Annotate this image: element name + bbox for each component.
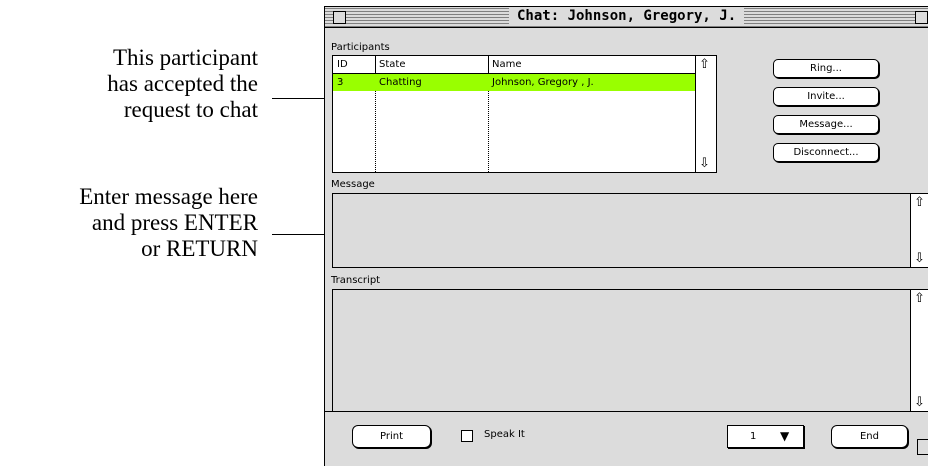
message-scrollbar[interactable]: ⇧ ⇩	[910, 194, 928, 267]
annotation-line-participant	[272, 98, 330, 99]
zoom-box-icon[interactable]	[915, 11, 928, 24]
chevron-down-icon: ▼	[780, 429, 790, 443]
close-box-icon[interactable]	[333, 11, 346, 24]
transcript-area[interactable]: ⇧ ⇩	[332, 289, 928, 412]
count-dropdown[interactable]: 1 ▼	[727, 425, 804, 448]
ring-button[interactable]: Ring...	[773, 59, 879, 78]
scroll-up-icon[interactable]: ⇧	[914, 196, 925, 209]
message-button[interactable]: Message...	[773, 115, 879, 134]
speak-it-label[interactable]: Speak It	[484, 429, 525, 440]
annotation-line-message	[272, 234, 330, 235]
column-header-id[interactable]: ID	[333, 56, 348, 73]
scroll-up-icon[interactable]: ⇧	[699, 58, 710, 71]
window-title: Chat: Johnson, Gregory, J.	[509, 8, 745, 25]
chat-window: Chat: Johnson, Gregory, J. Participants …	[324, 6, 928, 466]
invite-button[interactable]: Invite...	[773, 87, 879, 106]
scroll-down-icon[interactable]: ⇩	[914, 252, 925, 265]
speak-it-checkbox[interactable]	[461, 430, 473, 442]
print-button[interactable]: Print	[352, 425, 431, 448]
scroll-down-icon[interactable]: ⇩	[914, 396, 925, 409]
transcript-label: Transcript	[331, 275, 381, 286]
column-header-state[interactable]: State	[375, 56, 405, 73]
transcript-scrollbar[interactable]: ⇧ ⇩	[910, 290, 928, 411]
end-button[interactable]: End	[831, 425, 908, 448]
title-bar[interactable]: Chat: Johnson, Gregory, J.	[325, 7, 928, 28]
annotation-participant: This participant has accepted the reques…	[107, 45, 258, 122]
column-header-name[interactable]: Name	[488, 56, 522, 73]
table-header: ID State Name	[333, 56, 697, 74]
row-state: Chatting	[379, 77, 422, 88]
grow-box-icon[interactable]	[917, 439, 928, 455]
count-value: 1	[750, 431, 757, 442]
table-row[interactable]: 3 Chatting Johnson, Gregory , J.	[333, 74, 697, 91]
participants-label: Participants	[331, 42, 390, 53]
row-name: Johnson, Gregory , J.	[492, 77, 594, 88]
participants-table: ID State Name 3 Chatting Johnson, Gregor…	[332, 55, 717, 173]
row-id: 3	[337, 77, 344, 88]
participants-scrollbar[interactable]: ⇧ ⇩	[695, 56, 716, 172]
message-field[interactable]: ⇧ ⇩	[332, 193, 928, 268]
annotation-message: Enter message here and press ENTER or RE…	[79, 184, 258, 261]
message-label: Message	[331, 179, 375, 190]
scroll-down-icon[interactable]: ⇩	[699, 157, 710, 170]
disconnect-button[interactable]: Disconnect...	[773, 143, 879, 162]
scroll-up-icon[interactable]: ⇧	[914, 292, 925, 305]
